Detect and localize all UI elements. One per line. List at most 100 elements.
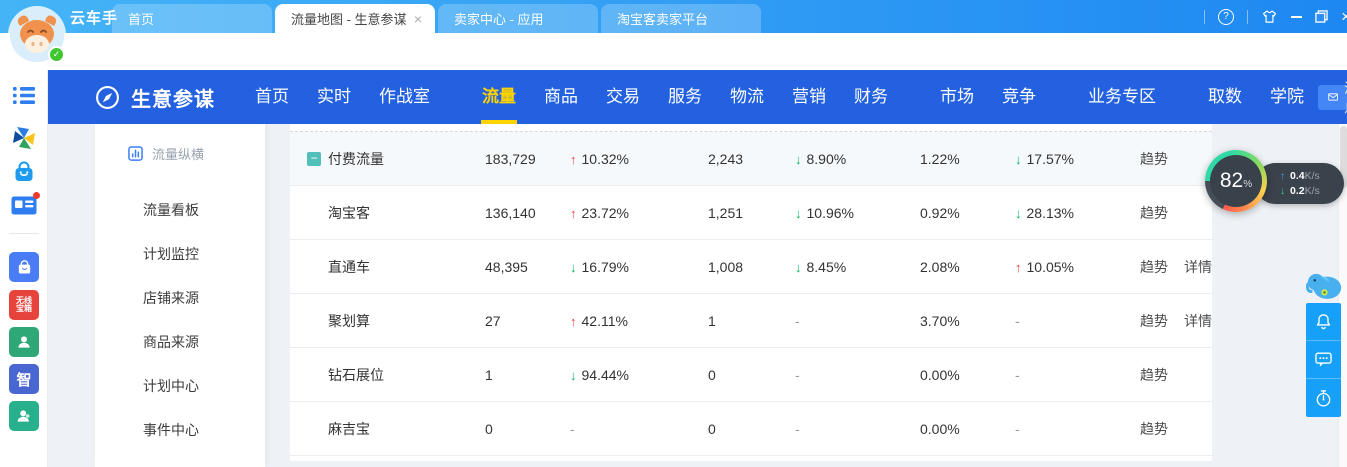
trend-link[interactable]: 趋势 (1140, 203, 1168, 223)
browser-tab[interactable]: 卖家中心 - 应用 (438, 4, 598, 33)
member-app-icon[interactable] (9, 401, 39, 431)
buyers-value: 1 (708, 313, 795, 329)
nav-item[interactable]: 流量 (468, 70, 530, 124)
minimize-button[interactable] (1291, 16, 1302, 18)
nav-item[interactable]: 商品 (530, 70, 592, 124)
nav-item[interactable]: 学院 (1256, 70, 1318, 124)
visitors-change: 42.11% (582, 313, 628, 329)
wireless-treasure-box-icon[interactable]: 无线宝箱 (9, 290, 39, 320)
menu-item[interactable]: 商品来源 (95, 320, 265, 364)
elephant-mascot[interactable] (1306, 270, 1343, 305)
browser-tab[interactable]: 流量地图 - 生意参谋 × (275, 4, 435, 33)
menu-item[interactable]: 计划中心 (95, 364, 265, 408)
trend-arrow-icon: ↓ (1015, 152, 1022, 167)
menu-item[interactable]: 计划监控 (95, 232, 265, 276)
nav-item[interactable]: 物流 (716, 70, 778, 124)
row-actions: 趋势 详情 (1140, 257, 1212, 277)
download-speed-value: 0.2 (1290, 185, 1305, 197)
trend-link[interactable]: 趋势 (1140, 311, 1168, 331)
nav-item[interactable]: 营销 (778, 70, 840, 124)
tab-title: 卖家中心 - 应用 (454, 9, 544, 28)
menu-item[interactable]: 店铺来源 (95, 276, 265, 320)
rail-divider (9, 233, 39, 234)
channel-name-cell: − 付费流量 (290, 149, 485, 169)
close-window-button[interactable]: × (1341, 7, 1347, 27)
restore-window-button[interactable] (1315, 10, 1328, 23)
menu-section-traffic-matrix[interactable]: 流量纵横 (95, 144, 265, 163)
trend-arrow-icon: ↓ (570, 368, 577, 383)
trend-link[interactable]: 趋势 (1140, 419, 1168, 439)
trend-link[interactable]: 趋势 (1140, 149, 1168, 169)
wisdom-app-icon[interactable]: 智 (9, 364, 39, 394)
table-row[interactable]: 聚划算 27 ↑42.11% 1 - 3.70% - 趋势 详情 (290, 294, 1212, 348)
menu-item[interactable]: 流量看板 (95, 188, 265, 232)
channel-name-cell: 钻石展位 (290, 365, 485, 385)
window-controls: ? × (1204, 0, 1347, 33)
table-row[interactable]: 直通车 48,395 ↓16.79% 1,008 ↓8.45% 2.08% ↑1… (290, 240, 1212, 294)
traffic-side-menu: 流量纵横 流量看板计划监控店铺来源商品来源计划中心事件中心 (95, 124, 265, 467)
nav-item[interactable]: 作战室 (365, 70, 444, 124)
health-score-gauge[interactable]: 82 % (1205, 150, 1267, 212)
table-row[interactable]: 钻石展位 1 ↓94.44% 0 - 0.00% - 趋势 (290, 348, 1212, 402)
nav-item-label: 取数 (1208, 87, 1242, 106)
trend-link[interactable]: 趋势 (1140, 257, 1168, 277)
table-row[interactable]: 淘宝客 136,140 ↑23.72% 1,251 ↓10.96% 0.92% … (290, 186, 1212, 240)
customer-service-icon[interactable] (9, 327, 39, 357)
visitors-value: 183,729 (485, 151, 570, 167)
buyers-value: 1,251 (708, 205, 795, 221)
nav-item[interactable]: 实时 (303, 70, 365, 124)
channel-name-cell: 直通车 (290, 257, 485, 277)
nav-item[interactable]: 业务专区 (1074, 70, 1170, 124)
row-actions: 趋势 (1140, 203, 1212, 223)
upload-speed-unit: K/s (1305, 170, 1320, 182)
channel-name: 麻吉宝 (328, 421, 370, 437)
help-icon[interactable]: ? (1218, 9, 1234, 25)
tab-close-icon[interactable]: × (411, 11, 425, 27)
visitors-change: 23.72% (582, 205, 629, 221)
history-timer-button[interactable] (1306, 379, 1341, 417)
trend-arrow-icon: ↑ (1015, 260, 1022, 275)
shop-bag-icon[interactable] (12, 160, 36, 189)
table-row[interactable]: 麻吉宝 0 - 0 - 0.00% - 趋势 (290, 402, 1212, 456)
detail-link[interactable]: 详情 (1184, 257, 1212, 277)
feed-card-icon[interactable] (11, 195, 37, 221)
table-rows: − 付费流量 183,729 ↑10.32% 2,243 ↓8.90% 1.22… (290, 131, 1212, 456)
table-row[interactable]: − 付费流量 183,729 ↑10.32% 2,243 ↓8.90% 1.22… (290, 132, 1212, 186)
pinwheel-app-icon[interactable] (11, 125, 37, 156)
nav-item-label: 竞争 (1002, 87, 1036, 106)
nav-item[interactable]: 市场 (926, 70, 988, 124)
message-envelope-icon (1328, 91, 1338, 103)
visitors-value: 136,140 (485, 205, 570, 221)
treasure-label-line2: 宝箱 (16, 305, 32, 314)
nav-item-label: 服务 (668, 87, 702, 106)
nav-item[interactable]: 财务 (840, 70, 902, 124)
trend-link[interactable]: 趋势 (1140, 365, 1168, 385)
menu-item[interactable]: 事件中心 (95, 408, 265, 452)
visitors-change: 10.32% (582, 151, 629, 167)
theme-skin-icon[interactable] (1261, 10, 1278, 24)
detail-link[interactable]: 详情 (1184, 311, 1212, 331)
assistant-buttons (1306, 303, 1343, 417)
seller-app-icon[interactable] (9, 252, 39, 282)
nav-item[interactable]: 服务 (654, 70, 716, 124)
nav-item-label: 实时 (317, 87, 351, 106)
messages-button[interactable]: 消息 (1318, 85, 1347, 110)
collapse-toggle[interactable]: − (307, 152, 321, 166)
buyers-value: 0 (708, 421, 795, 437)
rate-change: 28.13% (1027, 205, 1074, 221)
nav-item[interactable]: 首页 (241, 70, 303, 124)
notifications-bell-button[interactable] (1306, 303, 1341, 341)
nav-item[interactable]: 竞争 (988, 70, 1050, 124)
task-list-icon[interactable] (13, 86, 35, 110)
nav-item[interactable]: 交易 (592, 70, 654, 124)
channel-name-cell: 麻吉宝 (290, 419, 485, 439)
chat-feedback-button[interactable] (1306, 341, 1341, 379)
rate-change-cell: - (1015, 367, 1140, 383)
browser-tab[interactable]: 淘宝客卖家平台 (601, 4, 761, 33)
browser-tab[interactable]: 首页 (112, 4, 272, 33)
conversion-rate-value: 0.00% (920, 367, 1015, 383)
nav-item[interactable]: 取数 (1194, 70, 1256, 124)
visitors-change-cell: ↓16.79% (570, 259, 708, 275)
network-speed-widget[interactable]: ↑ 0.4K/s ↓ 0.2K/s 82 % (1205, 150, 1267, 212)
visitors-change-cell: ↑42.11% (570, 313, 708, 329)
